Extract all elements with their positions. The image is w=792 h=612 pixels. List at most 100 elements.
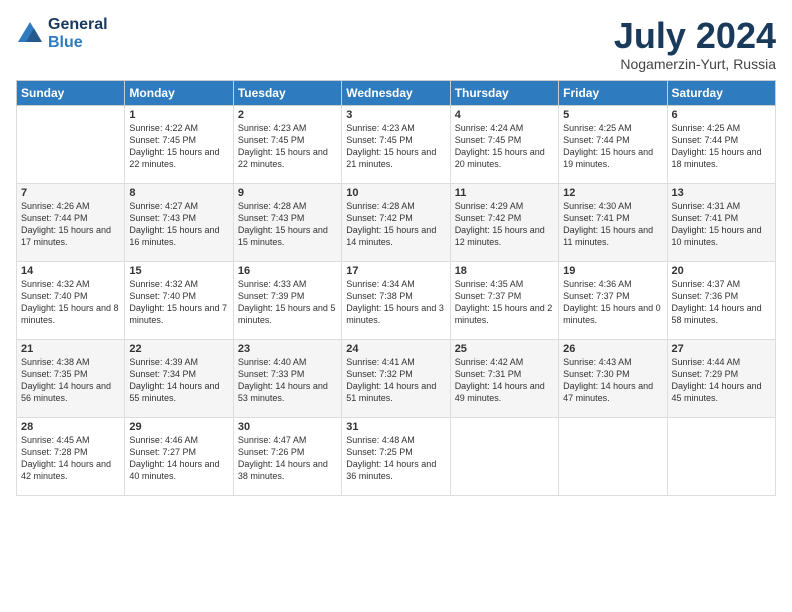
calendar-week-row: 14 Sunrise: 4:32 AM Sunset: 7:40 PM Dayl… [17, 261, 776, 339]
sunset-text: Sunset: 7:44 PM [672, 134, 771, 146]
daylight-text: Daylight: 14 hours and 36 minutes. [346, 458, 445, 482]
day-number: 28 [21, 421, 120, 433]
cell-details: Sunrise: 4:35 AM Sunset: 7:37 PM Dayligh… [455, 278, 554, 327]
sunrise-text: Sunrise: 4:32 AM [21, 278, 120, 290]
calendar-week-row: 28 Sunrise: 4:45 AM Sunset: 7:28 PM Dayl… [17, 417, 776, 495]
logo-icon [16, 20, 44, 48]
sunrise-text: Sunrise: 4:41 AM [346, 356, 445, 368]
sunrise-text: Sunrise: 4:40 AM [238, 356, 337, 368]
sunset-text: Sunset: 7:38 PM [346, 290, 445, 302]
calendar-cell: 15 Sunrise: 4:32 AM Sunset: 7:40 PM Dayl… [125, 261, 233, 339]
daylight-text: Daylight: 14 hours and 58 minutes. [672, 302, 771, 326]
sunset-text: Sunset: 7:45 PM [455, 134, 554, 146]
sunrise-text: Sunrise: 4:45 AM [21, 434, 120, 446]
cell-details: Sunrise: 4:25 AM Sunset: 7:44 PM Dayligh… [563, 122, 662, 171]
calendar-cell: 6 Sunrise: 4:25 AM Sunset: 7:44 PM Dayli… [667, 105, 775, 183]
calendar-cell: 22 Sunrise: 4:39 AM Sunset: 7:34 PM Dayl… [125, 339, 233, 417]
sunset-text: Sunset: 7:40 PM [129, 290, 228, 302]
sunrise-text: Sunrise: 4:27 AM [129, 200, 228, 212]
daylight-text: Daylight: 15 hours and 18 minutes. [672, 146, 771, 170]
daylight-text: Daylight: 14 hours and 49 minutes. [455, 380, 554, 404]
cell-details: Sunrise: 4:34 AM Sunset: 7:38 PM Dayligh… [346, 278, 445, 327]
daylight-text: Daylight: 15 hours and 22 minutes. [238, 146, 337, 170]
sunrise-text: Sunrise: 4:46 AM [129, 434, 228, 446]
day-number: 29 [129, 421, 228, 433]
daylight-text: Daylight: 15 hours and 22 minutes. [129, 146, 228, 170]
calendar-cell: 9 Sunrise: 4:28 AM Sunset: 7:43 PM Dayli… [233, 183, 341, 261]
sunset-text: Sunset: 7:32 PM [346, 368, 445, 380]
calendar-cell: 12 Sunrise: 4:30 AM Sunset: 7:41 PM Dayl… [559, 183, 667, 261]
daylight-text: Daylight: 15 hours and 17 minutes. [21, 224, 120, 248]
sunrise-text: Sunrise: 4:26 AM [21, 200, 120, 212]
sunset-text: Sunset: 7:44 PM [563, 134, 662, 146]
day-number: 13 [672, 187, 771, 199]
day-number: 18 [455, 265, 554, 277]
cell-details: Sunrise: 4:23 AM Sunset: 7:45 PM Dayligh… [346, 122, 445, 171]
sunrise-text: Sunrise: 4:44 AM [672, 356, 771, 368]
calendar-cell: 17 Sunrise: 4:34 AM Sunset: 7:38 PM Dayl… [342, 261, 450, 339]
day-number: 24 [346, 343, 445, 355]
sunset-text: Sunset: 7:29 PM [672, 368, 771, 380]
daylight-text: Daylight: 14 hours and 47 minutes. [563, 380, 662, 404]
sunrise-text: Sunrise: 4:25 AM [563, 122, 662, 134]
logo-blue-text: Blue [48, 34, 108, 52]
day-number: 1 [129, 109, 228, 121]
day-number: 2 [238, 109, 337, 121]
calendar-cell: 23 Sunrise: 4:40 AM Sunset: 7:33 PM Dayl… [233, 339, 341, 417]
cell-details: Sunrise: 4:46 AM Sunset: 7:27 PM Dayligh… [129, 434, 228, 483]
sunrise-text: Sunrise: 4:25 AM [672, 122, 771, 134]
day-number: 9 [238, 187, 337, 199]
sunset-text: Sunset: 7:42 PM [455, 212, 554, 224]
calendar-day-header: Tuesday [233, 80, 341, 105]
daylight-text: Daylight: 15 hours and 10 minutes. [672, 224, 771, 248]
calendar-cell: 13 Sunrise: 4:31 AM Sunset: 7:41 PM Dayl… [667, 183, 775, 261]
sunset-text: Sunset: 7:41 PM [672, 212, 771, 224]
calendar-cell: 29 Sunrise: 4:46 AM Sunset: 7:27 PM Dayl… [125, 417, 233, 495]
daylight-text: Daylight: 15 hours and 16 minutes. [129, 224, 228, 248]
day-number: 14 [21, 265, 120, 277]
day-number: 31 [346, 421, 445, 433]
sunset-text: Sunset: 7:34 PM [129, 368, 228, 380]
calendar-cell [450, 417, 558, 495]
sunrise-text: Sunrise: 4:38 AM [21, 356, 120, 368]
calendar-cell: 4 Sunrise: 4:24 AM Sunset: 7:45 PM Dayli… [450, 105, 558, 183]
cell-details: Sunrise: 4:32 AM Sunset: 7:40 PM Dayligh… [129, 278, 228, 327]
day-number: 30 [238, 421, 337, 433]
cell-details: Sunrise: 4:38 AM Sunset: 7:35 PM Dayligh… [21, 356, 120, 405]
cell-details: Sunrise: 4:27 AM Sunset: 7:43 PM Dayligh… [129, 200, 228, 249]
calendar-day-header: Friday [559, 80, 667, 105]
calendar-cell: 19 Sunrise: 4:36 AM Sunset: 7:37 PM Dayl… [559, 261, 667, 339]
cell-details: Sunrise: 4:39 AM Sunset: 7:34 PM Dayligh… [129, 356, 228, 405]
calendar-cell: 3 Sunrise: 4:23 AM Sunset: 7:45 PM Dayli… [342, 105, 450, 183]
cell-details: Sunrise: 4:25 AM Sunset: 7:44 PM Dayligh… [672, 122, 771, 171]
sunset-text: Sunset: 7:40 PM [21, 290, 120, 302]
calendar-cell: 30 Sunrise: 4:47 AM Sunset: 7:26 PM Dayl… [233, 417, 341, 495]
calendar-cell: 20 Sunrise: 4:37 AM Sunset: 7:36 PM Dayl… [667, 261, 775, 339]
daylight-text: Daylight: 15 hours and 11 minutes. [563, 224, 662, 248]
day-number: 22 [129, 343, 228, 355]
daylight-text: Daylight: 14 hours and 53 minutes. [238, 380, 337, 404]
logo-general-text: General [48, 16, 108, 34]
calendar-day-header: Sunday [17, 80, 125, 105]
calendar-cell [667, 417, 775, 495]
day-number: 15 [129, 265, 228, 277]
daylight-text: Daylight: 15 hours and 5 minutes. [238, 302, 337, 326]
calendar-cell: 18 Sunrise: 4:35 AM Sunset: 7:37 PM Dayl… [450, 261, 558, 339]
day-number: 19 [563, 265, 662, 277]
cell-details: Sunrise: 4:41 AM Sunset: 7:32 PM Dayligh… [346, 356, 445, 405]
sunset-text: Sunset: 7:44 PM [21, 212, 120, 224]
daylight-text: Daylight: 15 hours and 0 minutes. [563, 302, 662, 326]
cell-details: Sunrise: 4:30 AM Sunset: 7:41 PM Dayligh… [563, 200, 662, 249]
location: Nogamerzin-Yurt, Russia [614, 56, 776, 72]
cell-details: Sunrise: 4:33 AM Sunset: 7:39 PM Dayligh… [238, 278, 337, 327]
sunrise-text: Sunrise: 4:39 AM [129, 356, 228, 368]
cell-details: Sunrise: 4:48 AM Sunset: 7:25 PM Dayligh… [346, 434, 445, 483]
daylight-text: Daylight: 14 hours and 42 minutes. [21, 458, 120, 482]
title-block: July 2024 Nogamerzin-Yurt, Russia [614, 16, 776, 72]
cell-details: Sunrise: 4:40 AM Sunset: 7:33 PM Dayligh… [238, 356, 337, 405]
day-number: 21 [21, 343, 120, 355]
daylight-text: Daylight: 15 hours and 19 minutes. [563, 146, 662, 170]
daylight-text: Daylight: 15 hours and 2 minutes. [455, 302, 554, 326]
sunrise-text: Sunrise: 4:43 AM [563, 356, 662, 368]
sunrise-text: Sunrise: 4:30 AM [563, 200, 662, 212]
